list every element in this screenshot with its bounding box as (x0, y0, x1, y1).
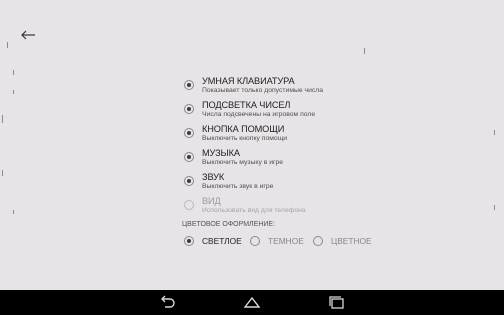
settings-screen: УМНАЯ КЛАВИАТУРА Показывает только допус… (0, 0, 504, 290)
theme-section-label: ЦВЕТОВОЕ ОФОРМЛЕНИЕ: (182, 221, 276, 228)
setting-music[interactable]: МУЗЫКА Выключить музыку в игре (182, 148, 422, 170)
setting-sound[interactable]: ЗВУК Выключить звук в игре (182, 172, 422, 194)
radio-unchecked-icon[interactable] (313, 236, 323, 246)
setting-title: МУЗЫКА (202, 148, 240, 158)
theme-option-label: СВЕТЛОЕ (202, 236, 242, 246)
radio-checked-icon[interactable] (184, 176, 194, 186)
setting-title: ВИД (202, 196, 221, 206)
edge-artifact (364, 48, 365, 54)
setting-subtitle: Показывает только допустимые числа (202, 87, 324, 94)
setting-smart-keyboard[interactable]: УМНАЯ КЛАВИАТУРА Показывает только допус… (182, 76, 422, 98)
nav-home-icon[interactable] (242, 295, 262, 310)
edge-artifact (2, 115, 3, 123)
nav-back-icon[interactable] (157, 295, 177, 310)
setting-phone-view: ВИД Использовать вид для телефона (182, 196, 422, 218)
setting-subtitle: Использовать вид для телефона (202, 207, 306, 214)
edge-artifact (2, 170, 3, 176)
radio-checked-icon[interactable] (184, 152, 194, 162)
radio-checked-icon[interactable] (184, 80, 194, 90)
setting-subtitle: Выключить звук в игре (202, 183, 274, 190)
edge-artifact (13, 210, 14, 214)
setting-subtitle: Выключить кнопку помощи (202, 135, 288, 142)
setting-title: КНОПКА ПОМОЩИ (202, 124, 285, 134)
theme-option-label: ЦВЕТНОЕ (331, 236, 372, 246)
setting-help-button[interactable]: КНОПКА ПОМОЩИ Выключить кнопку помощи (182, 124, 422, 146)
edge-artifact (13, 90, 14, 94)
setting-subtitle: Выключить музыку в игре (202, 159, 284, 166)
setting-subtitle: Числа подсвечены на игровом поле (202, 111, 316, 118)
radio-checked-icon[interactable] (184, 236, 194, 246)
android-nav-bar (0, 290, 504, 315)
setting-title: УМНАЯ КЛАВИАТУРА (202, 76, 295, 86)
radio-unchecked-icon[interactable] (250, 236, 260, 246)
radio-unchecked-icon (184, 200, 194, 210)
theme-option-label: ТЕМНОЕ (268, 236, 304, 246)
radio-checked-icon[interactable] (184, 128, 194, 138)
nav-recents-icon[interactable] (327, 295, 347, 310)
setting-number-highlight[interactable]: ПОДСВЕТКА ЧИСЕЛ Числа подсвечены на игро… (182, 100, 422, 122)
edge-artifact (494, 130, 495, 135)
setting-title: ПОДСВЕТКА ЧИСЕЛ (202, 100, 291, 110)
radio-checked-icon[interactable] (184, 104, 194, 114)
setting-title: ЗВУК (202, 172, 225, 182)
edge-artifact (494, 205, 495, 210)
back-arrow-icon[interactable] (20, 29, 36, 41)
edge-artifact (7, 42, 8, 48)
edge-artifact (13, 70, 14, 75)
